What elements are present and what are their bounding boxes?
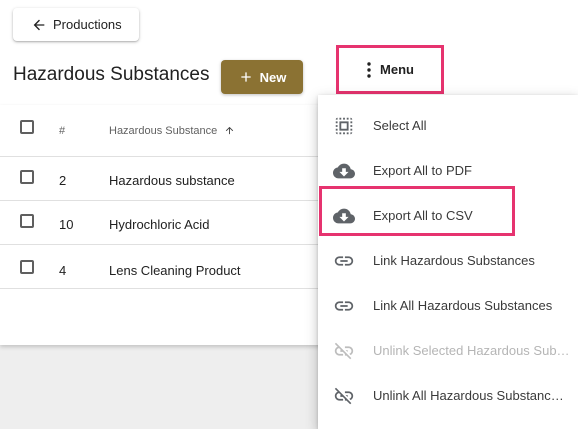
menu-item-label: Unlink All Hazardous Substanc…: [373, 388, 564, 403]
column-header-name[interactable]: Hazardous Substance: [109, 125, 235, 137]
select-all-icon: [335, 117, 353, 134]
menu-item-link-all-substances[interactable]: Link All Hazardous Substances: [318, 283, 578, 328]
menu-button-label: Menu: [380, 62, 414, 77]
actions-menu: Select All Export All to PDF Export All …: [318, 95, 578, 429]
top-bar: Productions Hazardous Substances New Men…: [0, 0, 578, 105]
row-number: 2: [59, 173, 67, 188]
menu-item-label: Export All to CSV: [373, 208, 473, 223]
new-button-label: New: [259, 69, 287, 85]
link-icon: [334, 255, 354, 266]
back-button-label: Productions: [53, 17, 122, 32]
row-name: Hydrochloric Acid: [109, 217, 210, 232]
select-all-checkbox[interactable]: [20, 120, 34, 134]
plus-icon: [240, 72, 251, 82]
cloud-download-icon: [333, 163, 355, 178]
menu-item-label: Export All to PDF: [373, 163, 472, 178]
menu-item-export-csv[interactable]: Export All to CSV: [318, 193, 578, 238]
arrow-up-sort-icon: [226, 126, 234, 135]
cloud-download-icon: [333, 208, 355, 223]
menu-item-unlink-all[interactable]: Unlink All Hazardous Substanc…: [318, 373, 578, 418]
row-name: Lens Cleaning Product: [109, 263, 241, 278]
new-button[interactable]: New: [221, 60, 303, 94]
column-header-number[interactable]: #: [59, 125, 65, 137]
column-header-name-label: Hazardous Substance: [109, 125, 218, 137]
menu-button[interactable]: Menu: [336, 45, 444, 94]
menu-item-label: Select All: [373, 118, 427, 133]
menu-item-link-substances[interactable]: Link Hazardous Substances: [318, 238, 578, 283]
menu-item-select-all[interactable]: Select All: [318, 103, 578, 148]
row-number: 4: [59, 263, 67, 278]
row-checkbox[interactable]: [20, 214, 34, 228]
more-vert-icon: [367, 61, 371, 78]
link-off-icon: [334, 387, 354, 404]
link-off-icon: [334, 342, 354, 359]
row-number: 10: [59, 217, 74, 232]
row-name: Hazardous substance: [109, 173, 235, 188]
row-checkbox[interactable]: [20, 260, 34, 274]
menu-item-label: Link All Hazardous Substances: [373, 298, 553, 313]
menu-item-label: Unlink Selected Hazardous Sub…: [373, 343, 570, 358]
arrow-left-icon: [33, 19, 45, 30]
page-title: Hazardous Substances: [13, 64, 210, 85]
link-icon: [334, 300, 354, 311]
menu-item-unlink-selected: Unlink Selected Hazardous Sub…: [318, 328, 578, 373]
back-to-productions-button[interactable]: Productions: [13, 8, 139, 41]
row-checkbox[interactable]: [20, 170, 34, 184]
menu-item-label: Link Hazardous Substances: [373, 253, 535, 268]
menu-item-export-pdf[interactable]: Export All to PDF: [318, 148, 578, 193]
